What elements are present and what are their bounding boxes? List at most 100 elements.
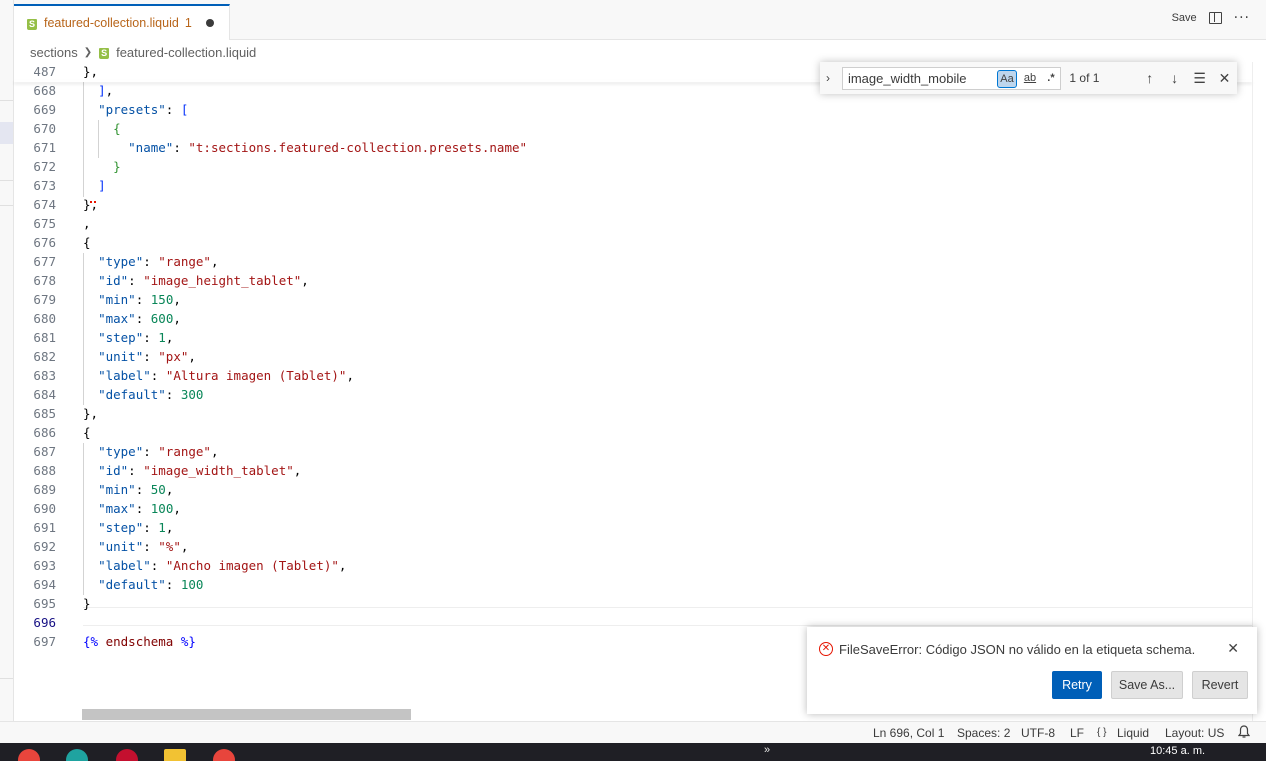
close-icon[interactable]: ✕ <box>1212 70 1237 87</box>
whole-word-icon[interactable]: ab <box>1020 70 1040 88</box>
code-line[interactable]: 683 "label": "Altura imagen (Tablet)", <box>14 366 1252 385</box>
line-code: "presets": [ <box>98 102 189 117</box>
indent-guide <box>83 253 84 405</box>
retry-button[interactable]: Retry <box>1052 671 1102 699</box>
line-number: 670 <box>33 121 56 136</box>
chrome-icon[interactable] <box>213 749 235 761</box>
toggle-replace-chevron-icon[interactable]: › <box>826 71 840 85</box>
code-line[interactable]: 677 "type": "range", <box>14 252 1252 271</box>
line-code: "label": "Ancho imagen (Tablet)", <box>98 558 347 573</box>
line-code: "step": 1, <box>98 330 174 345</box>
line-number: 676 <box>33 235 56 250</box>
split-editor-icon[interactable] <box>1208 12 1222 24</box>
vertical-scrollbar[interactable] <box>1252 62 1266 721</box>
tab-bar: S featured-collection.liquid 1 Save ··· <box>14 0 1266 40</box>
code-editor[interactable]: 487}, 668 ], 669 "presets": [670 {671 "nam… <box>14 62 1253 721</box>
line-code: }, <box>83 197 99 212</box>
app-icon[interactable] <box>66 749 88 761</box>
code-line[interactable]: 682 "unit": "px", <box>14 347 1252 366</box>
strip-selected-item[interactable] <box>0 122 13 144</box>
indentation[interactable]: Spaces: 2 <box>957 726 1010 740</box>
line-number: 693 <box>33 558 56 573</box>
code-line[interactable]: 676 { <box>14 233 1252 252</box>
find-input[interactable]: image_width_mobile Aa ab .* <box>841 66 1062 90</box>
line-code: } <box>83 596 91 611</box>
save-as-button[interactable]: Save As... <box>1111 671 1183 699</box>
find-in-selection-icon[interactable]: ☰ <box>1187 70 1212 87</box>
code-line[interactable]: 678 "id": "image_height_tablet", <box>14 271 1252 290</box>
notification-message: FileSaveError: Código JSON no válido en … <box>839 642 1196 657</box>
code-line[interactable]: 681 "step": 1, <box>14 328 1252 347</box>
shopify-liquid-icon: S <box>27 19 37 30</box>
line-number: 674 <box>33 197 56 212</box>
code-line[interactable]: 672 } <box>14 157 1252 176</box>
bell-icon[interactable] <box>1238 725 1250 739</box>
line-code: {% endschema %} <box>83 634 196 649</box>
clock[interactable]: 10:45 a. m. <box>1150 745 1205 757</box>
keyboard-layout[interactable]: Layout: US <box>1165 726 1224 740</box>
line-number: 677 <box>33 254 56 269</box>
chevron-icon[interactable]: » <box>764 744 770 756</box>
find-query: image_width_mobile <box>847 70 967 86</box>
find-widget: › image_width_mobile Aa ab .* 1 of 1 ↑ ↓… <box>820 62 1237 94</box>
code-line[interactable]: 690 "max": 100, <box>14 499 1252 518</box>
end-of-line[interactable]: LF <box>1070 726 1084 740</box>
file-explorer-icon[interactable] <box>164 749 186 761</box>
code-line[interactable]: 679 "min": 150, <box>14 290 1252 309</box>
chrome-icon[interactable] <box>18 749 40 761</box>
line-code: "name": "t:sections.featured-collection.… <box>128 140 528 155</box>
language-mode[interactable]: Liquid <box>1117 726 1149 740</box>
code-line[interactable]: 671 "name": "t:sections.featured-collect… <box>14 138 1252 157</box>
breadcrumb-folder[interactable]: sections <box>30 45 78 60</box>
line-code: { <box>83 425 91 440</box>
code-line[interactable]: 675, <box>14 214 1252 233</box>
encoding[interactable]: UTF-8 <box>1021 726 1055 740</box>
tab-featured-collection[interactable]: S featured-collection.liquid 1 <box>14 4 230 40</box>
code-line[interactable]: 670 { <box>14 119 1252 138</box>
line-code: "min": 150, <box>98 292 181 307</box>
code-line[interactable]: 673 ] <box>14 176 1252 195</box>
unsaved-dot-icon[interactable] <box>205 19 214 27</box>
save-button[interactable]: Save <box>1172 12 1197 24</box>
code-line[interactable]: 691 "step": 1, <box>14 518 1252 537</box>
line-number: 692 <box>33 539 56 554</box>
code-line[interactable]: 688 "id": "image_width_tablet", <box>14 461 1252 480</box>
code-line[interactable]: 686 { <box>14 423 1252 442</box>
code-line[interactable]: 693 "label": "Ancho imagen (Tablet)", <box>14 556 1252 575</box>
code-line[interactable]: 684 "default": 300 <box>14 385 1252 404</box>
close-icon[interactable]: ✕ <box>1227 640 1239 657</box>
regex-icon[interactable]: .* <box>1041 70 1061 88</box>
status-bar: Ln 696, Col 1 Spaces: 2 UTF-8 LF { } Liq… <box>0 721 1266 743</box>
line-number: 675 <box>33 216 56 231</box>
code-line[interactable]: 695} <box>14 594 1252 613</box>
code-line[interactable]: 669 "presets": [ <box>14 100 1252 119</box>
find-match-count: 1 of 1 <box>1069 71 1100 85</box>
breadcrumb-file[interactable]: featured-collection.liquid <box>116 45 256 60</box>
code-line[interactable]: 694 "default": 100 <box>14 575 1252 594</box>
line-code: ], <box>98 83 114 98</box>
arrow-up-icon[interactable]: ↑ <box>1137 70 1162 86</box>
code-line[interactable]: 685}, <box>14 404 1252 423</box>
code-line[interactable]: 687 "type": "range", <box>14 442 1252 461</box>
code-line[interactable]: 674}, <box>14 195 1252 214</box>
language-braces-icon: { } <box>1097 727 1107 738</box>
line-code: "unit": "px", <box>98 349 196 364</box>
arrow-down-icon[interactable]: ↓ <box>1162 70 1187 86</box>
line-number: 690 <box>33 501 56 516</box>
match-case-icon[interactable]: Aa <box>996 69 1017 88</box>
code-line[interactable]: 692 "unit": "%", <box>14 537 1252 556</box>
line-number: 687 <box>33 444 56 459</box>
revert-button[interactable]: Revert <box>1192 671 1248 699</box>
error-circle-icon: ✕ <box>819 642 833 656</box>
strip-divider <box>0 678 13 679</box>
line-code: "unit": "%", <box>98 539 189 554</box>
windows-taskbar: » 10:45 a. m. <box>0 743 1266 761</box>
opera-icon[interactable] <box>116 749 138 761</box>
cursor-position[interactable]: Ln 696, Col 1 <box>873 726 944 740</box>
horizontal-scrollbar[interactable] <box>82 709 411 720</box>
more-actions-icon[interactable]: ··· <box>1234 11 1250 25</box>
code-line[interactable]: 689 "min": 50, <box>14 480 1252 499</box>
line-code: "type": "range", <box>98 444 219 459</box>
code-line[interactable]: 680 "max": 600, <box>14 309 1252 328</box>
line-number: 680 <box>33 311 56 326</box>
